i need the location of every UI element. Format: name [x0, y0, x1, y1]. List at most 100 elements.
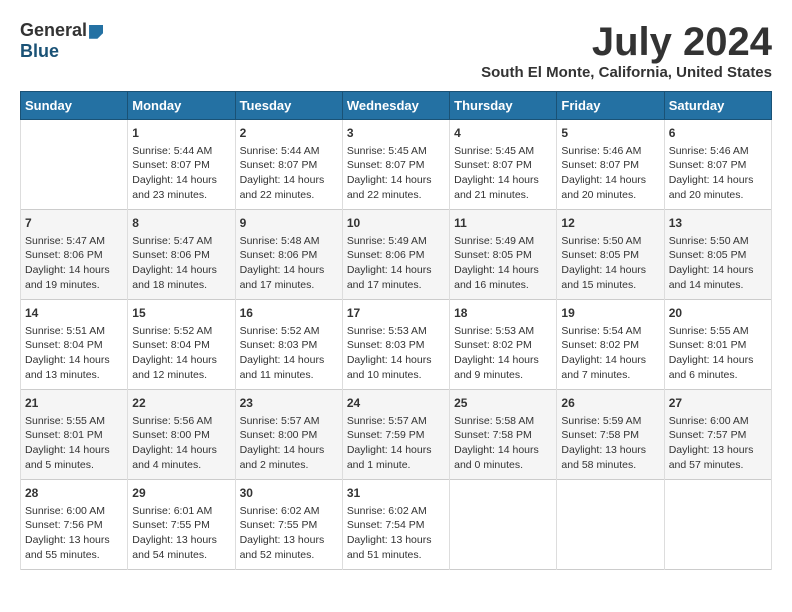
day-header-friday: Friday — [557, 92, 664, 120]
day-number: 10 — [347, 215, 445, 232]
day-number: 24 — [347, 395, 445, 412]
month-title: July 2024 — [481, 20, 772, 64]
calendar-cell: 13 Sunrise: 5:50 AM Sunset: 8:05 PM Dayli… — [664, 210, 771, 300]
cell-content: Sunrise: 5:52 AM Sunset: 8:04 PM Dayligh… — [132, 325, 217, 381]
cell-content: Sunrise: 5:46 AM Sunset: 8:07 PM Dayligh… — [561, 145, 646, 201]
day-number: 9 — [240, 215, 338, 232]
calendar-cell: 29Sunrise: 6:01 AM Sunset: 7:55 PM Dayli… — [128, 480, 235, 570]
day-number: 15 — [132, 305, 230, 322]
cell-content: Sunrise: 6:02 AM Sunset: 7:55 PM Dayligh… — [240, 505, 325, 561]
cell-content: Sunrise: 5:53 AM Sunset: 8:02 PM Dayligh… — [454, 325, 539, 381]
cell-content: Sunrise: 5:46 AM Sunset: 8:07 PM Dayligh… — [669, 145, 754, 201]
cell-content: Sunrise: 6:00 AM Sunset: 7:56 PM Dayligh… — [25, 505, 110, 561]
cell-content: Sunrise: 5:55 AM Sunset: 8:01 PM Dayligh… — [669, 325, 754, 381]
calendar-cell: 2 Sunrise: 5:44 AM Sunset: 8:07 PM Daylig… — [235, 120, 342, 210]
calendar-cell: 14 Sunrise: 5:51 AM Sunset: 8:04 PM Dayli… — [21, 300, 128, 390]
calendar-cell: 25Sunrise: 5:58 AM Sunset: 7:58 PM Dayli… — [450, 390, 557, 480]
calendar-cell: 16 Sunrise: 5:52 AM Sunset: 8:03 PM Dayli… — [235, 300, 342, 390]
calendar-cell: 20 Sunrise: 5:55 AM Sunset: 8:01 PM Dayli… — [664, 300, 771, 390]
day-number: 3 — [347, 125, 445, 142]
day-header-wednesday: Wednesday — [342, 92, 449, 120]
calendar-cell: 21 Sunrise: 5:55 AM Sunset: 8:01 PM Dayli… — [21, 390, 128, 480]
logo-icon — [89, 25, 103, 39]
logo-general: General — [20, 20, 87, 40]
day-header-sunday: Sunday — [21, 92, 128, 120]
calendar-cell: 3Sunrise: 5:45 AM Sunset: 8:07 PM Daylig… — [342, 120, 449, 210]
page-header: General Blue July 2024 South El Monte, C… — [20, 20, 772, 81]
calendar-week-row: 1 Sunrise: 5:44 AM Sunset: 8:07 PM Daylig… — [21, 120, 772, 210]
day-number: 20 — [669, 305, 767, 322]
calendar-cell: 5 Sunrise: 5:46 AM Sunset: 8:07 PM Daylig… — [557, 120, 664, 210]
calendar-cell: 27Sunrise: 6:00 AM Sunset: 7:57 PM Dayli… — [664, 390, 771, 480]
calendar-cell: 28 Sunrise: 6:00 AM Sunset: 7:56 PM Dayli… — [21, 480, 128, 570]
cell-content: Sunrise: 5:57 AM Sunset: 7:59 PM Dayligh… — [347, 415, 432, 471]
calendar-cell — [557, 480, 664, 570]
cell-content: Sunrise: 5:45 AM Sunset: 8:07 PM Dayligh… — [454, 145, 539, 201]
day-number: 14 — [25, 305, 123, 322]
day-number: 27 — [669, 395, 767, 412]
logo: General Blue — [20, 20, 103, 62]
day-header-tuesday: Tuesday — [235, 92, 342, 120]
day-number: 12 — [561, 215, 659, 232]
cell-content: Sunrise: 5:58 AM Sunset: 7:58 PM Dayligh… — [454, 415, 539, 471]
cell-content: Sunrise: 5:47 AM Sunset: 8:06 PM Dayligh… — [25, 235, 110, 291]
calendar-cell: 1 Sunrise: 5:44 AM Sunset: 8:07 PM Daylig… — [128, 120, 235, 210]
calendar-cell: 8 Sunrise: 5:47 AM Sunset: 8:06 PM Daylig… — [128, 210, 235, 300]
cell-content: Sunrise: 5:50 AM Sunset: 8:05 PM Dayligh… — [561, 235, 646, 291]
day-number: 5 — [561, 125, 659, 142]
day-number: 7 — [25, 215, 123, 232]
calendar-table: SundayMondayTuesdayWednesdayThursdayFrid… — [20, 91, 772, 570]
calendar-cell: 23Sunrise: 5:57 AM Sunset: 8:00 PM Dayli… — [235, 390, 342, 480]
calendar-week-row: 21 Sunrise: 5:55 AM Sunset: 8:01 PM Dayli… — [21, 390, 772, 480]
cell-content: Sunrise: 5:53 AM Sunset: 8:03 PM Dayligh… — [347, 325, 432, 381]
cell-content: Sunrise: 5:44 AM Sunset: 8:07 PM Dayligh… — [132, 145, 217, 201]
logo-blue: Blue — [20, 41, 59, 62]
calendar-cell: 19 Sunrise: 5:54 AM Sunset: 8:02 PM Dayli… — [557, 300, 664, 390]
calendar-cell: 15 Sunrise: 5:52 AM Sunset: 8:04 PM Dayli… — [128, 300, 235, 390]
calendar-week-row: 7 Sunrise: 5:47 AM Sunset: 8:06 PM Daylig… — [21, 210, 772, 300]
calendar-week-row: 28 Sunrise: 6:00 AM Sunset: 7:56 PM Dayli… — [21, 480, 772, 570]
day-number: 1 — [132, 125, 230, 142]
day-number: 11 — [454, 215, 552, 232]
calendar-cell: 30 Sunrise: 6:02 AM Sunset: 7:55 PM Dayli… — [235, 480, 342, 570]
cell-content: Sunrise: 5:54 AM Sunset: 8:02 PM Dayligh… — [561, 325, 646, 381]
day-header-monday: Monday — [128, 92, 235, 120]
cell-content: Sunrise: 6:02 AM Sunset: 7:54 PM Dayligh… — [347, 505, 432, 561]
day-number: 8 — [132, 215, 230, 232]
cell-content: Sunrise: 5:44 AM Sunset: 8:07 PM Dayligh… — [240, 145, 325, 201]
calendar-cell: 31Sunrise: 6:02 AM Sunset: 7:54 PM Dayli… — [342, 480, 449, 570]
day-number: 16 — [240, 305, 338, 322]
calendar-cell: 4Sunrise: 5:45 AM Sunset: 8:07 PM Daylig… — [450, 120, 557, 210]
day-header-saturday: Saturday — [664, 92, 771, 120]
calendar-cell: 10Sunrise: 5:49 AM Sunset: 8:06 PM Dayli… — [342, 210, 449, 300]
day-number: 18 — [454, 305, 552, 322]
cell-content: Sunrise: 5:47 AM Sunset: 8:06 PM Dayligh… — [132, 235, 217, 291]
calendar-cell: 18 Sunrise: 5:53 AM Sunset: 8:02 PM Dayli… — [450, 300, 557, 390]
cell-content: Sunrise: 5:51 AM Sunset: 8:04 PM Dayligh… — [25, 325, 110, 381]
calendar-cell: 6 Sunrise: 5:46 AM Sunset: 8:07 PM Daylig… — [664, 120, 771, 210]
calendar-cell: 11Sunrise: 5:49 AM Sunset: 8:05 PM Dayli… — [450, 210, 557, 300]
calendar-cell: 9Sunrise: 5:48 AM Sunset: 8:06 PM Daylig… — [235, 210, 342, 300]
day-number: 22 — [132, 395, 230, 412]
cell-content: Sunrise: 6:01 AM Sunset: 7:55 PM Dayligh… — [132, 505, 217, 561]
title-block: July 2024 South El Monte, California, Un… — [481, 20, 772, 81]
calendar-cell: 22 Sunrise: 5:56 AM Sunset: 8:00 PM Dayli… — [128, 390, 235, 480]
calendar-cell — [21, 120, 128, 210]
cell-content: Sunrise: 5:50 AM Sunset: 8:05 PM Dayligh… — [669, 235, 754, 291]
day-header-thursday: Thursday — [450, 92, 557, 120]
day-number: 2 — [240, 125, 338, 142]
day-number: 6 — [669, 125, 767, 142]
day-number: 13 — [669, 215, 767, 232]
cell-content: Sunrise: 5:55 AM Sunset: 8:01 PM Dayligh… — [25, 415, 110, 471]
calendar-cell: 7 Sunrise: 5:47 AM Sunset: 8:06 PM Daylig… — [21, 210, 128, 300]
day-number: 19 — [561, 305, 659, 322]
day-number: 30 — [240, 485, 338, 502]
day-number: 28 — [25, 485, 123, 502]
day-number: 21 — [25, 395, 123, 412]
cell-content: Sunrise: 5:56 AM Sunset: 8:00 PM Dayligh… — [132, 415, 217, 471]
calendar-header-row: SundayMondayTuesdayWednesdayThursdayFrid… — [21, 92, 772, 120]
day-number: 17 — [347, 305, 445, 322]
cell-content: Sunrise: 5:52 AM Sunset: 8:03 PM Dayligh… — [240, 325, 325, 381]
day-number: 26 — [561, 395, 659, 412]
calendar-week-row: 14 Sunrise: 5:51 AM Sunset: 8:04 PM Dayli… — [21, 300, 772, 390]
